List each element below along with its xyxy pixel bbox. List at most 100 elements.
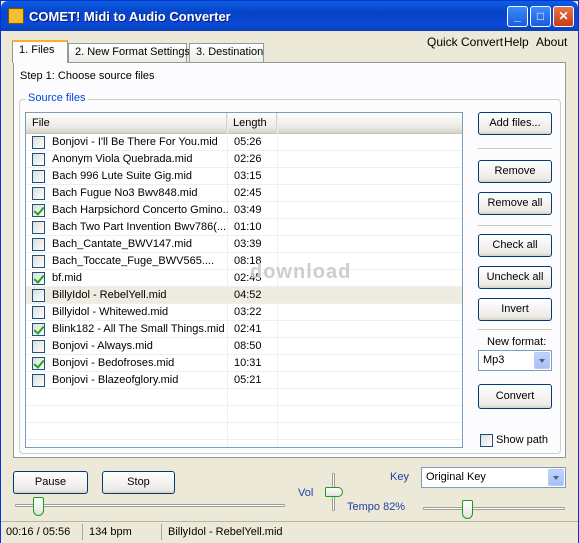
window-title: COMET! Midi to Audio Converter [29, 9, 231, 24]
chevron-down-icon[interactable] [534, 352, 550, 369]
status-bpm: 134 bpm [89, 526, 132, 538]
row-checkbox[interactable] [32, 153, 45, 166]
list-item[interactable]: Bonjovi - I'll Be There For You.mid 05:26 [26, 134, 462, 151]
tempo-slider-thumb[interactable] [462, 500, 474, 519]
list-item[interactable]: BillyIdol - RebelYell.mid 04:52 [26, 287, 462, 304]
tempo-slider-track[interactable] [423, 507, 565, 510]
key-select[interactable]: Original Key [421, 467, 566, 488]
file-name: Bonjovi - Bedofroses.mid [52, 357, 175, 369]
empty-row [26, 389, 462, 406]
list-item[interactable]: bf.mid 02:45 [26, 270, 462, 287]
add-files-button[interactable]: Add files... [478, 112, 552, 135]
file-length: 05:21 [234, 374, 262, 386]
separator [478, 225, 552, 226]
list-item[interactable]: Anonym Viola Quebrada.mid 02:26 [26, 151, 462, 168]
status-divider [161, 524, 162, 540]
row-checkbox[interactable] [32, 323, 45, 336]
app-window: COMET! Midi to Audio Converter _ □ ✕ 1. … [0, 0, 579, 543]
remove-button[interactable]: Remove [478, 160, 552, 183]
file-length: 04:52 [234, 289, 262, 301]
empty-row [26, 440, 462, 447]
file-length: 02:41 [234, 323, 262, 335]
list-item[interactable]: Bonjovi - Bedofroses.mid 10:31 [26, 355, 462, 372]
column-header-length[interactable]: Length [227, 113, 277, 133]
position-slider-thumb[interactable] [33, 497, 45, 516]
file-length: 02:45 [234, 187, 262, 199]
list-item[interactable]: Bach 996 Lute Suite Gig.mid 03:15 [26, 168, 462, 185]
step-text: Step 1: Choose source files [20, 70, 155, 82]
invert-button[interactable]: Invert [478, 298, 552, 321]
file-name: BillyIdol - RebelYell.mid [52, 289, 167, 301]
list-item[interactable]: Blink182 - All The Small Things.mid 02:41 [26, 321, 462, 338]
title-bar[interactable]: COMET! Midi to Audio Converter _ □ ✕ [1, 1, 578, 31]
row-checkbox[interactable] [32, 357, 45, 370]
row-checkbox[interactable] [32, 272, 45, 285]
file-name: Bach Two Part Invention Bwv786(... [52, 221, 227, 233]
row-checkbox[interactable] [32, 136, 45, 149]
about-link[interactable]: About [536, 35, 567, 49]
row-checkbox[interactable] [32, 340, 45, 353]
new-format-label: New format: [487, 336, 547, 348]
file-name: Bach 996 Lute Suite Gig.mid [52, 170, 193, 182]
separator [478, 329, 552, 330]
convert-button[interactable]: Convert [478, 384, 552, 409]
position-slider-track[interactable] [15, 504, 285, 507]
show-path-checkbox[interactable] [480, 434, 493, 447]
stop-button[interactable]: Stop [102, 471, 175, 494]
file-name: bf.mid [52, 272, 82, 284]
app-icon [8, 8, 24, 24]
minimize-button[interactable]: _ [507, 6, 528, 27]
check-all-button[interactable]: Check all [478, 234, 552, 257]
row-checkbox[interactable] [32, 289, 45, 302]
file-length: 03:49 [234, 204, 262, 216]
row-checkbox[interactable] [32, 255, 45, 268]
file-list[interactable]: File Length Bonjovi - I'll Be There For … [25, 112, 463, 448]
row-checkbox[interactable] [32, 170, 45, 183]
tab-files[interactable]: 1. Files [12, 40, 68, 63]
list-item[interactable]: Billyidol - Whitewed.mid 03:22 [26, 304, 462, 321]
list-item[interactable]: Bonjovi - Always.mid 08:50 [26, 338, 462, 355]
status-bar: 00:16 / 05:56 134 bpm BillyIdol - RebelY… [1, 521, 578, 543]
list-item[interactable]: Bach_Cantate_BWV147.mid 03:39 [26, 236, 462, 253]
file-name: Bonjovi - I'll Be There For You.mid [52, 136, 218, 148]
help-link[interactable]: Help [504, 35, 529, 49]
tab-destination[interactable]: 3. Destination [189, 43, 264, 62]
list-item[interactable]: Bach Fugue No3 Bwv848.mid 02:45 [26, 185, 462, 202]
remove-all-button[interactable]: Remove all [478, 192, 552, 215]
key-value: Original Key [426, 471, 486, 483]
uncheck-all-button[interactable]: Uncheck all [478, 266, 552, 289]
pause-button[interactable]: Pause [13, 471, 88, 494]
tempo-label: Tempo 82% [347, 501, 406, 513]
maximize-button[interactable]: □ [530, 6, 551, 27]
volume-slider-thumb[interactable] [325, 487, 343, 497]
new-format-select[interactable]: Mp3 [478, 350, 552, 371]
separator [478, 148, 552, 149]
maximize-icon: □ [536, 9, 545, 23]
quick-convert-link[interactable]: Quick Convert [427, 35, 503, 49]
file-length: 01:10 [234, 221, 262, 233]
file-name: Blink182 - All The Small Things.mid [52, 323, 225, 335]
file-name: Bonjovi - Blazeofglory.mid [52, 374, 179, 386]
file-name: Bach Harpsichord Concerto Gmino... [52, 204, 228, 216]
chevron-down-icon[interactable] [548, 469, 564, 486]
list-item[interactable]: Bach Harpsichord Concerto Gmino... 03:49 [26, 202, 462, 219]
file-name: Anonym Viola Quebrada.mid [52, 153, 193, 165]
new-format-value: Mp3 [483, 354, 505, 366]
row-checkbox[interactable] [32, 187, 45, 200]
row-checkbox[interactable] [32, 238, 45, 251]
row-checkbox[interactable] [32, 306, 45, 319]
row-checkbox[interactable] [32, 221, 45, 234]
row-checkbox[interactable] [32, 204, 45, 217]
column-header-file[interactable]: File [26, 113, 227, 133]
list-item[interactable]: Bach Two Part Invention Bwv786(... 01:10 [26, 219, 462, 236]
row-checkbox[interactable] [32, 374, 45, 387]
list-item[interactable]: Bonjovi - Blazeofglory.mid 05:21 [26, 372, 462, 389]
file-length: 10:31 [234, 357, 262, 369]
file-name: Bonjovi - Always.mid [52, 340, 153, 352]
file-length: 03:22 [234, 306, 262, 318]
list-item[interactable]: Bach_Toccate_Fuge_BWV565.... 08:18 [26, 253, 462, 270]
status-divider [82, 524, 83, 540]
close-button[interactable]: ✕ [553, 6, 574, 27]
tab-new-format-settings[interactable]: 2. New Format Settings [68, 43, 190, 62]
file-length: 03:15 [234, 170, 262, 182]
